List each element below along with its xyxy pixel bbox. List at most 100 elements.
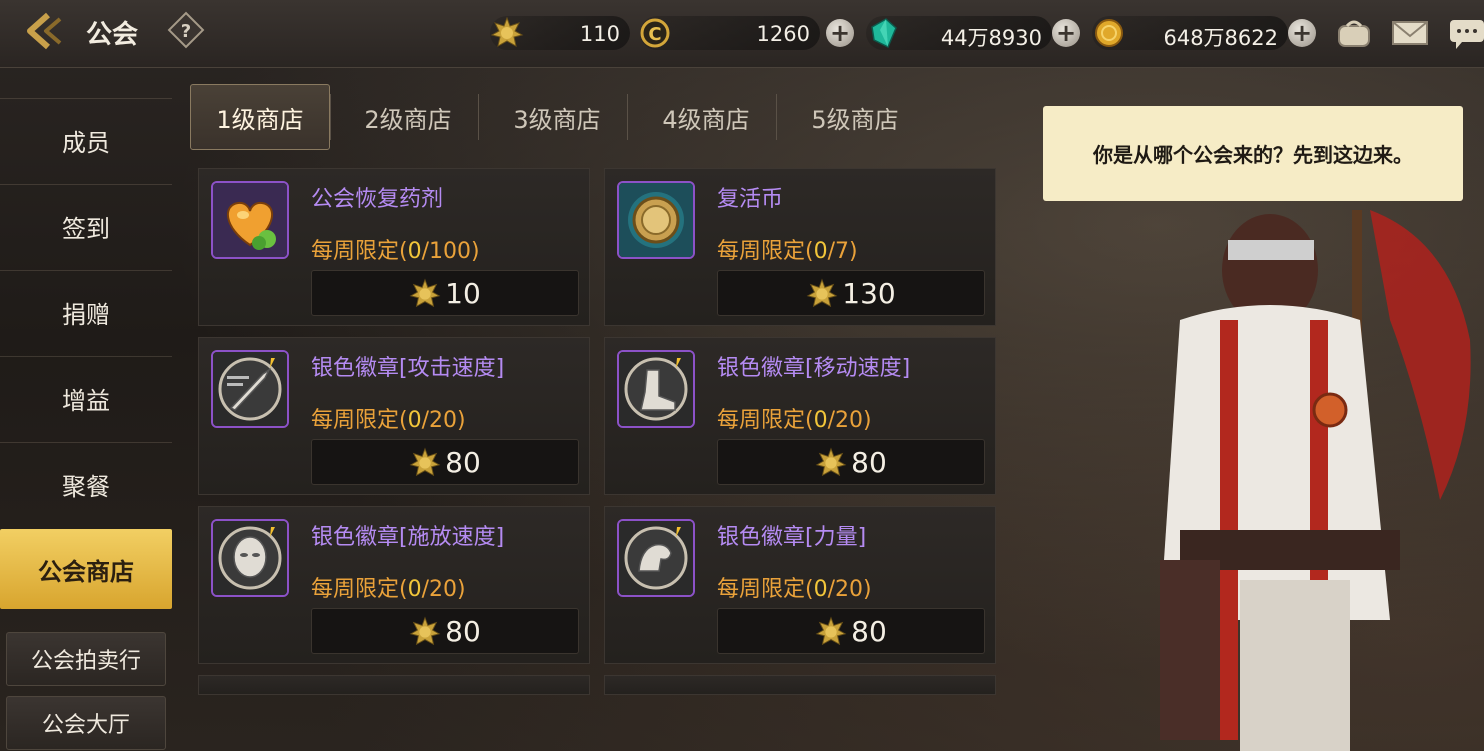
revive-coin-icon — [617, 181, 695, 259]
shop-item-card[interactable]: 复活币 每周限定(0/7) 130 — [604, 168, 996, 326]
tab-tier-1[interactable]: 1级商店 — [190, 84, 330, 150]
help-button[interactable]: ? — [166, 10, 206, 50]
buy-button[interactable]: 80 — [717, 608, 985, 654]
sidebar-item-members[interactable]: 成员 — [0, 98, 172, 182]
limit-count: 0 — [813, 239, 828, 264]
tab-tier-2[interactable]: 2级商店 — [338, 84, 478, 150]
c-coin-value: 1260 — [756, 22, 810, 46]
npc-speech-bubble: 你是从哪个公会来的？先到这边来。 — [1043, 106, 1463, 201]
page-title: 公会 — [86, 20, 139, 50]
guild-coin-icon — [815, 616, 847, 645]
guild-coin-icon — [490, 16, 524, 47]
item-name: 公会恢复药剂 — [311, 187, 444, 212]
gem-value: 44万8930 — [940, 26, 1042, 50]
c-coin-counter: C 1260 — [640, 16, 820, 50]
weekly-limit: 每周限定(0/20) — [717, 402, 872, 434]
limit-suffix: /100) — [421, 239, 480, 264]
sidebar-item-feast[interactable]: 聚餐 — [0, 442, 172, 526]
guild-coin-icon — [806, 278, 838, 307]
buy-button[interactable]: 80 — [311, 608, 579, 654]
npc-speech-text: 你是从哪个公会来的？先到这边来。 — [1093, 143, 1413, 167]
guild-coin-icon — [815, 447, 847, 476]
limit-prefix: 每周限定( — [311, 239, 408, 264]
tab-label: 2级商店 — [364, 105, 452, 134]
bag-icon[interactable] — [1334, 14, 1374, 52]
svg-text:?: ? — [181, 21, 191, 42]
guild-coin-icon — [409, 278, 441, 307]
item-price: 80 — [445, 615, 481, 648]
tab-label: 5级商店 — [811, 105, 899, 134]
tab-tier-5[interactable]: 5级商店 — [785, 84, 925, 150]
sidebar-item-donate[interactable]: 捐赠 — [0, 270, 172, 354]
tab-tier-3[interactable]: 3级商店 — [487, 84, 627, 150]
sidebar-item-guild-shop[interactable]: 公会商店 — [0, 529, 172, 609]
npc-character-illustration — [1160, 210, 1471, 751]
mail-icon[interactable] — [1390, 14, 1430, 52]
limit-prefix: 每周限定( — [717, 408, 814, 433]
limit-count: 0 — [813, 577, 828, 602]
tab-divider — [776, 94, 777, 140]
buy-button[interactable]: 10 — [311, 270, 579, 316]
sidebar-item-guild-hall[interactable]: 公会大厅 — [6, 696, 166, 750]
item-price: 80 — [445, 446, 481, 479]
add-gem-button[interactable]: + — [1052, 19, 1080, 47]
back-button[interactable] — [22, 10, 72, 52]
tab-label: 4级商店 — [662, 105, 750, 134]
sidebar-item-buffs[interactable]: 增益 — [0, 356, 172, 440]
item-price: 10 — [445, 277, 481, 310]
buy-button[interactable]: 80 — [311, 439, 579, 485]
gem-icon — [871, 18, 897, 49]
question-icon: ? — [167, 11, 205, 49]
item-price: 130 — [842, 277, 896, 310]
back-arrow-icon — [27, 12, 62, 50]
shop-item-card[interactable]: 公会恢复药剂 每周限定(0/100) 10 — [198, 168, 590, 326]
c-coin-icon: C — [640, 18, 670, 48]
sidebar-item-checkin[interactable]: 签到 — [0, 184, 172, 268]
shop-item-card-partial[interactable] — [604, 675, 996, 695]
limit-count: 0 — [407, 577, 422, 602]
limit-suffix: /20) — [827, 577, 872, 602]
shop-item-card[interactable]: 银色徽章[施放速度] 每周限定(0/20) 80 — [198, 506, 590, 664]
limit-count: 0 — [813, 408, 828, 433]
sidebar-item-label: 公会商店 — [38, 557, 134, 586]
guild-coin-icon — [409, 447, 441, 476]
limit-suffix: /20) — [827, 408, 872, 433]
weekly-limit: 每周限定(0/20) — [311, 402, 466, 434]
buy-button[interactable]: 80 — [717, 439, 985, 485]
chat-icon[interactable] — [1446, 14, 1484, 52]
add-gold-button[interactable]: + — [1288, 19, 1316, 47]
tab-label: 1级商店 — [216, 105, 304, 134]
item-price: 80 — [851, 615, 887, 648]
weekly-limit: 每周限定(0/7) — [717, 233, 858, 265]
shop-item-card-partial[interactable] — [198, 675, 590, 695]
boot-badge-icon — [617, 350, 695, 428]
item-name: 银色徽章[力量] — [717, 525, 867, 550]
shop-item-card[interactable]: 银色徽章[攻击速度] 每周限定(0/20) 80 — [198, 337, 590, 495]
gold-value: 648万8622 — [1163, 26, 1278, 50]
guild-coin-icon — [409, 616, 441, 645]
gold-counter: 648万8622 — [1092, 16, 1288, 50]
tab-divider — [478, 94, 479, 140]
limit-suffix: /20) — [421, 408, 466, 433]
sidebar-item-label: 公会大厅 — [41, 713, 130, 738]
top-bar: 公会 ? 110 C 1260 + 44万8930 + 648万8622 + — [0, 0, 1484, 68]
shop-item-card[interactable]: 银色徽章[移动速度] 每周限定(0/20) 80 — [604, 337, 996, 495]
gem-counter: 44万8930 — [866, 16, 1052, 50]
shop-item-card[interactable]: 银色徽章[力量] 每周限定(0/20) 80 — [604, 506, 996, 664]
svg-text:C: C — [648, 24, 661, 45]
weekly-limit: 每周限定(0/20) — [311, 571, 466, 603]
weekly-limit: 每周限定(0/20) — [717, 571, 872, 603]
add-c-coin-button[interactable]: + — [826, 19, 854, 47]
limit-prefix: 每周限定( — [311, 577, 408, 602]
buy-button[interactable]: 130 — [717, 270, 985, 316]
item-price: 80 — [851, 446, 887, 479]
sidebar-item-guild-auction[interactable]: 公会拍卖行 — [6, 632, 166, 686]
limit-prefix: 每周限定( — [717, 239, 814, 264]
tab-divider — [627, 94, 628, 140]
sidebar-item-label: 成员 — [62, 129, 110, 157]
limit-prefix: 每周限定( — [717, 577, 814, 602]
limit-count: 0 — [407, 239, 422, 264]
sidebar-item-label: 公会拍卖行 — [30, 649, 141, 674]
tab-divider — [330, 94, 331, 140]
tab-tier-4[interactable]: 4级商店 — [636, 84, 776, 150]
